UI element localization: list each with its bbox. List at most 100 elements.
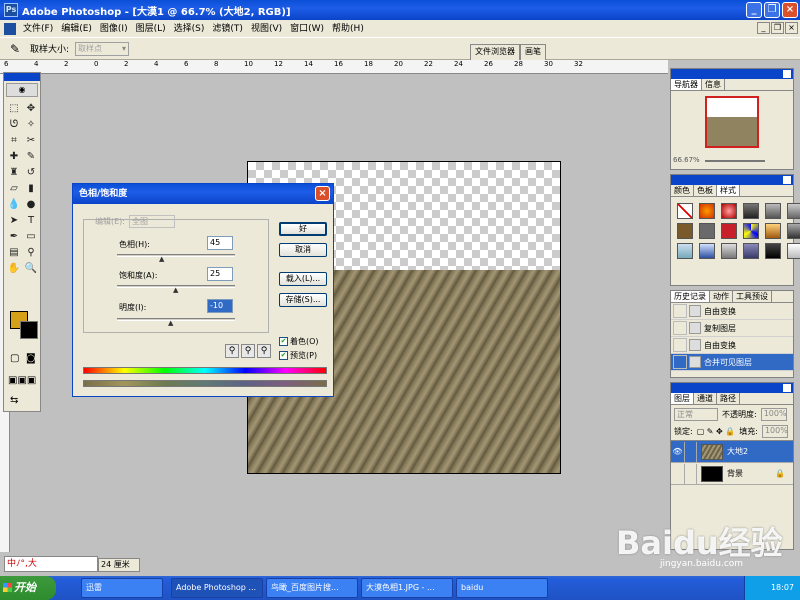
menu-filter[interactable]: 滤镜(T) — [208, 21, 247, 37]
tab-actions[interactable]: 动作 — [710, 291, 733, 302]
doc-icon[interactable] — [4, 22, 16, 35]
navigator-thumbnail[interactable] — [705, 96, 759, 148]
style-swatch[interactable] — [743, 243, 759, 259]
panel-minimize-icon[interactable] — [783, 70, 791, 78]
lightness-slider[interactable] — [117, 318, 235, 321]
dialog-close-button[interactable]: × — [315, 186, 330, 201]
tab-file-browser[interactable]: 文件浏览器 — [470, 44, 520, 60]
history-item-selected[interactable]: 合并可见图层 — [671, 354, 793, 371]
style-swatch[interactable] — [743, 203, 759, 219]
clock[interactable]: 18:07 — [771, 583, 794, 592]
menu-view[interactable]: 视图(V) — [247, 21, 286, 37]
background-color-swatch[interactable] — [20, 321, 38, 339]
tab-styles[interactable]: 样式 — [717, 185, 740, 196]
panel-minimize-icon[interactable] — [783, 384, 791, 392]
hue-slider[interactable] — [117, 254, 235, 257]
style-swatch[interactable] — [787, 223, 800, 239]
style-swatch[interactable] — [743, 223, 759, 239]
blend-mode-select[interactable]: 正常 — [674, 407, 718, 421]
style-swatch[interactable] — [787, 203, 800, 219]
menu-file[interactable]: 文件(F) — [19, 21, 57, 37]
tab-color[interactable]: 颜色 — [671, 185, 694, 196]
tab-brushes[interactable]: 画笔 — [520, 44, 546, 60]
menu-help[interactable]: 帮助(H) — [328, 21, 368, 37]
doc-minimize-button[interactable]: _ — [757, 22, 770, 34]
ok-button[interactable]: 好 — [279, 222, 327, 236]
eyedropper-icon[interactable]: ⚲ — [225, 344, 239, 358]
style-swatch[interactable] — [787, 243, 800, 259]
task-image-viewer[interactable]: 大漠色相1.JPG - ... — [361, 578, 453, 598]
lasso-tool-icon[interactable]: ᘎ — [6, 117, 22, 132]
hue-slider-thumb[interactable]: ▲ — [159, 256, 165, 263]
edit-select[interactable]: 全图 — [129, 215, 175, 228]
tab-tool-presets[interactable]: 工具预设 — [733, 291, 772, 302]
brush-tool-icon[interactable]: ✎ — [23, 149, 39, 164]
menu-edit[interactable]: 编辑(E) — [57, 21, 96, 37]
eye-icon[interactable] — [671, 463, 685, 484]
tab-history[interactable]: 历史记录 — [671, 291, 710, 302]
save-button[interactable]: 存储(S)... — [279, 293, 327, 307]
preview-checkbox[interactable]: ✔ 预览(P) — [279, 350, 317, 361]
history-item[interactable]: 自由变换 — [671, 337, 793, 354]
history-checkbox[interactable] — [673, 355, 687, 369]
blur-tool-icon[interactable]: 💧 — [6, 197, 22, 212]
history-checkbox[interactable] — [673, 304, 687, 318]
doc-close-button[interactable]: × — [785, 22, 798, 34]
start-button[interactable]: 开始 — [0, 576, 56, 600]
style-swatch[interactable] — [677, 243, 693, 259]
path-select-icon[interactable]: ➤ — [6, 213, 22, 228]
brush-link-icon[interactable] — [685, 441, 697, 462]
style-swatch[interactable] — [721, 203, 737, 219]
task-photoshop[interactable]: Adobe Photoshop ... — [171, 578, 263, 598]
panel-minimize-icon[interactable] — [783, 176, 791, 184]
navigator-zoom-slider[interactable] — [705, 160, 765, 162]
style-swatch[interactable] — [677, 223, 693, 239]
sample-size-select[interactable]: 取样点 — [75, 41, 130, 56]
notes-tool-icon[interactable]: ▤ — [6, 245, 22, 260]
menu-image[interactable]: 图像(I) — [96, 21, 132, 37]
history-checkbox[interactable] — [673, 321, 687, 335]
minimize-button[interactable]: _ — [746, 2, 762, 18]
task-folder-baidu[interactable]: baidu — [456, 578, 548, 598]
ime-indicator[interactable]: 中ﾉ°,大 — [4, 556, 98, 572]
marquee-tool-icon[interactable]: ⬚ — [6, 101, 22, 116]
magic-wand-tool-icon[interactable]: ✧ — [23, 117, 39, 132]
style-swatch[interactable] — [765, 243, 781, 259]
style-swatch[interactable] — [765, 203, 781, 219]
style-swatch[interactable] — [765, 223, 781, 239]
history-checkbox[interactable] — [673, 338, 687, 352]
layer-row-selected[interactable]: 👁 大地2 — [671, 441, 793, 463]
hue-input[interactable]: 45 — [207, 236, 233, 250]
tab-swatches[interactable]: 色板 — [694, 185, 717, 196]
style-swatch[interactable] — [721, 243, 737, 259]
eyedropper-plus-icon[interactable]: ⚲ — [241, 344, 255, 358]
colorize-checkbox[interactable]: ✔ 着色(O) — [279, 336, 319, 347]
history-brush-icon[interactable]: ↺ — [23, 165, 39, 180]
fill-input[interactable]: 100% — [761, 425, 788, 438]
tab-paths[interactable]: 路径 — [717, 393, 740, 404]
opacity-input[interactable]: 100% — [760, 407, 787, 421]
healing-brush-icon[interactable]: ✚ — [6, 149, 22, 164]
lock-icons[interactable]: ▢ ✎ ✥ 🔒 — [697, 427, 736, 436]
standard-mode-icon[interactable]: ◙ — [26, 353, 36, 364]
menu-select[interactable]: 选择(S) — [170, 21, 209, 37]
quick-mask-icon[interactable]: ▢ — [10, 353, 19, 364]
tab-navigator[interactable]: 导航器 — [671, 79, 702, 90]
jump-to-imageready-icon[interactable]: ⇆ — [10, 395, 18, 406]
eyedropper-minus-icon[interactable]: ⚲ — [257, 344, 271, 358]
slice-tool-icon[interactable]: ✂ — [23, 133, 39, 148]
task-browser[interactable]: 鸟瞰_百度图片搜... — [266, 578, 358, 598]
close-button[interactable]: × — [782, 2, 798, 18]
move-tool-icon[interactable]: ✥ — [23, 101, 39, 116]
tab-layers[interactable]: 图层 — [671, 393, 694, 404]
crop-tool-icon[interactable]: ⌗ — [6, 133, 22, 148]
eraser-tool-icon[interactable]: ▱ — [6, 181, 22, 196]
saturation-slider-thumb[interactable]: ▲ — [173, 287, 179, 294]
style-swatch[interactable] — [699, 243, 715, 259]
pen-tool-icon[interactable]: ✒ — [6, 229, 22, 244]
eye-icon[interactable]: 👁 — [671, 441, 685, 462]
menu-window[interactable]: 窗口(W) — [286, 21, 328, 37]
layer-row[interactable]: 背景 🔒 — [671, 463, 793, 485]
style-swatch[interactable] — [699, 223, 715, 239]
tab-info[interactable]: 信息 — [702, 79, 725, 90]
